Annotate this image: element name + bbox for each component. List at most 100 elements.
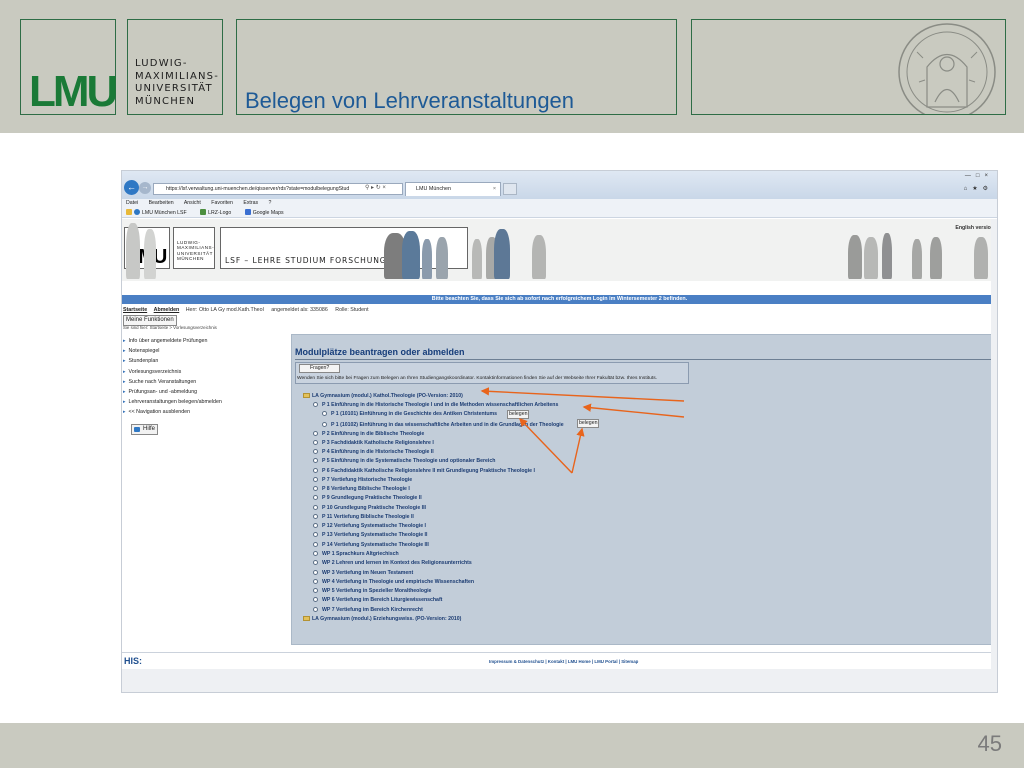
tree-node-icon xyxy=(313,495,318,500)
silhouette-decoration xyxy=(864,237,878,279)
tree-item-module[interactable]: P 5 Einführung in die Systematische Theo… xyxy=(313,457,495,465)
tree-item-module[interactable]: WP 6 Vertiefung im Bereich Liturgiewisse… xyxy=(313,596,442,604)
tree-node-icon xyxy=(313,607,318,612)
tree-item-module[interactable]: WP 5 Vertiefung in Spezieller Moraltheol… xyxy=(313,587,431,595)
tree-item-label: WP 5 Vertiefung in Spezieller Moraltheol… xyxy=(322,588,432,594)
tree-item-label: LA Gymnasium (modul.) Kathol.Theologie (… xyxy=(312,393,463,399)
favorite-google-maps[interactable]: Google Maps xyxy=(244,209,290,216)
tree-item-module[interactable]: WP 4 Vertiefung in Theologie und empiris… xyxy=(313,578,474,586)
lsf-title: LSF – LEHRE STUDIUM FORSCHUNG xyxy=(225,256,387,265)
browser-tools-icons[interactable]: ⌂★⚙ xyxy=(964,185,993,192)
tree-node-icon xyxy=(322,422,327,427)
menu-help[interactable]: ? xyxy=(269,200,272,206)
menu-extras[interactable]: Extras xyxy=(243,200,258,206)
tree-item-module[interactable]: P 3 Fachdidaktik Katholische Religionsle… xyxy=(313,439,434,447)
menu-favoriten[interactable]: Favoriten xyxy=(211,200,233,206)
nav-item-stundenplan[interactable]: Stundenplan xyxy=(123,356,283,366)
footer-links[interactable]: Impressum & Datenschutz | Kontakt | LMU … xyxy=(489,659,638,664)
browser-window: ← → https://lsf.verwaltung.uni-muenchen.… xyxy=(121,170,998,693)
tree-item-module[interactable]: P 1 Einführung in die Historische Theolo… xyxy=(313,401,558,409)
tree-node-icon xyxy=(313,560,318,565)
tree-node-icon xyxy=(313,597,318,602)
tree-item-module[interactable]: P 2 Einführung in die Biblische Theologi… xyxy=(313,430,424,438)
tree-item-module[interactable]: P 10 Grundlegung Praktische Theologie II… xyxy=(313,504,426,512)
modulplaetze-panel: Modulplätze beantragen oder abmelden Fra… xyxy=(291,334,996,645)
browser-tab[interactable]: LMU München × xyxy=(405,182,501,196)
english-version-link[interactable]: English version xyxy=(955,225,994,231)
tree-item-module[interactable]: P 11 Vertiefung Biblische Theologie II xyxy=(313,513,414,521)
tree-item-course[interactable]: P 1 (10102) Einführung in das wissenscha… xyxy=(322,421,564,429)
tree-item-label: P 13 Vertiefung Systematische Theologie … xyxy=(322,532,428,538)
lmu-logo: LMU xyxy=(29,67,118,116)
tree-item-studiengang[interactable]: LA Gymnasium (modul.) Erziehungswiss. (P… xyxy=(303,615,461,623)
tree-item-module[interactable]: P 6 Fachdidaktik Katholische Religionsle… xyxy=(313,467,535,475)
silhouette-decoration xyxy=(494,229,510,279)
menu-ansicht[interactable]: Ansicht xyxy=(184,200,201,206)
tree-item-label: P 8 Vertiefung Biblische Theologie I xyxy=(322,486,410,492)
tab-close-icon[interactable]: × xyxy=(493,183,496,196)
tree-item-module[interactable]: WP 2 Lehren und lernen im Kontext des Re… xyxy=(313,559,472,567)
university-name-box: LUDWIG- MAXIMILIANS- UNIVERSITÄT MÜNCHEN xyxy=(127,19,223,115)
tree-node-icon xyxy=(313,579,318,584)
new-tab-button[interactable] xyxy=(503,183,517,195)
folder-icon xyxy=(303,616,310,621)
silhouette-decoration xyxy=(532,235,546,279)
tree-item-module[interactable]: P 7 Vertiefung Historische Theologie xyxy=(313,476,412,484)
nav-item-pruefungsanmeldung[interactable]: Prüfungsan- und -abmeldung xyxy=(123,387,283,397)
forward-icon[interactable]: → xyxy=(139,182,151,194)
favorite-lrz[interactable]: LRZ-Logo xyxy=(200,209,237,216)
vertical-scrollbar[interactable] xyxy=(991,219,997,689)
tree-item-module[interactable]: WP 3 Vertiefung im Neuen Testament xyxy=(313,569,413,577)
tree-item-module[interactable]: P 8 Vertiefung Biblische Theologie I xyxy=(313,485,410,493)
tree-item-module[interactable]: P 9 Grundlegung Praktische Theologie II xyxy=(313,494,422,502)
nav-item-ausblenden[interactable]: << Navigation ausblenden xyxy=(123,407,283,417)
tree-item-module[interactable]: P 13 Vertiefung Systematische Theologie … xyxy=(313,531,427,539)
tree-item-label: LA Gymnasium (modul.) Erziehungswiss. (P… xyxy=(312,616,462,622)
tree-item-module[interactable]: P 4 Einführung in die Historische Theolo… xyxy=(313,448,434,456)
favorites-bar: LMU München LSF LRZ-Logo Google Maps xyxy=(122,208,997,218)
tree-node-icon xyxy=(313,588,318,593)
nav-item-belegen[interactable]: Lehrveranstaltungen belegen/abmelden xyxy=(123,397,283,407)
belegen-button[interactable]: belegen xyxy=(507,410,530,419)
tree-item-module[interactable]: WP 1 Sprachkurs Altgriechisch xyxy=(313,550,399,558)
tree-node-icon xyxy=(313,402,318,407)
nav-item-suche[interactable]: Suche nach Veranstaltungen xyxy=(123,377,283,387)
tree-node-icon xyxy=(313,440,318,445)
tab-title: LMU München xyxy=(416,186,452,192)
user-name: Herr: Otto LA Gy mod.Kath.Theol xyxy=(185,307,264,313)
favorite-label: LRZ-Logo xyxy=(208,210,232,216)
favorite-lsf[interactable]: LMU München LSF xyxy=(126,209,193,216)
tree-item-module[interactable]: P 14 Vertiefung Systematische Theologie … xyxy=(313,541,429,549)
tree-item-studiengang[interactable]: LA Gymnasium (modul.) Kathol.Theologie (… xyxy=(303,392,463,400)
tree-node-icon xyxy=(313,458,318,463)
tree-item-label: P 1 Einführung in die Historische Theolo… xyxy=(322,402,559,408)
globe-icon xyxy=(134,209,140,215)
user-role: Rolle: Student xyxy=(335,307,369,313)
abmelden-link[interactable]: Abmelden xyxy=(154,307,180,313)
nav-item-vorlesungsverzeichnis[interactable]: Vorlesungsverzeichnis xyxy=(123,367,283,377)
silhouette-decoration xyxy=(436,237,448,279)
tree-item-label: P 9 Grundlegung Praktische Theologie II xyxy=(322,495,422,501)
user-bar: Startseite Abmelden Herr: Otto LA Gy mod… xyxy=(123,306,375,314)
silhouette-decoration xyxy=(422,239,432,279)
slide-footer: 45 xyxy=(0,723,1024,768)
tree-item-label: WP 7 Vertiefung im Bereich Kirchenrecht xyxy=(322,607,423,613)
tree-item-module[interactable]: P 12 Vertiefung Systematische Theologie … xyxy=(313,522,426,530)
startseite-link[interactable]: Startseite xyxy=(123,307,147,313)
slide-header: LMU LUDWIG- MAXIMILIANS- UNIVERSITÄT MÜN… xyxy=(0,0,1024,133)
tree-item-label: P 11 Vertiefung Biblische Theologie II xyxy=(322,514,414,520)
window-controls[interactable]: —□× xyxy=(965,173,993,179)
nav-item-info-pruefungen[interactable]: Info über angemeldete Prüfungen xyxy=(123,336,283,346)
back-icon[interactable]: ← xyxy=(124,180,139,195)
hilfe-button[interactable]: Hilfe xyxy=(131,424,159,435)
menu-bearbeiten[interactable]: Bearbeiten xyxy=(149,200,174,206)
address-bar-icons[interactable]: ⚲ ▸ ↻ × xyxy=(365,183,386,194)
tree-item-course[interactable]: P 1 (10101) Einführung in die Geschichte… xyxy=(322,410,497,418)
tree-item-module[interactable]: WP 7 Vertiefung im Bereich Kirchenrecht xyxy=(313,606,423,614)
nav-item-notenspiegel[interactable]: Notenspiegel xyxy=(123,346,283,356)
silhouette-decoration xyxy=(402,231,420,279)
menu-datei[interactable]: Datei xyxy=(126,200,138,206)
google-icon xyxy=(244,209,251,215)
tree-item-label: P 4 Einführung in die Historische Theolo… xyxy=(322,449,434,455)
belegen-button[interactable]: belegen xyxy=(577,419,600,428)
